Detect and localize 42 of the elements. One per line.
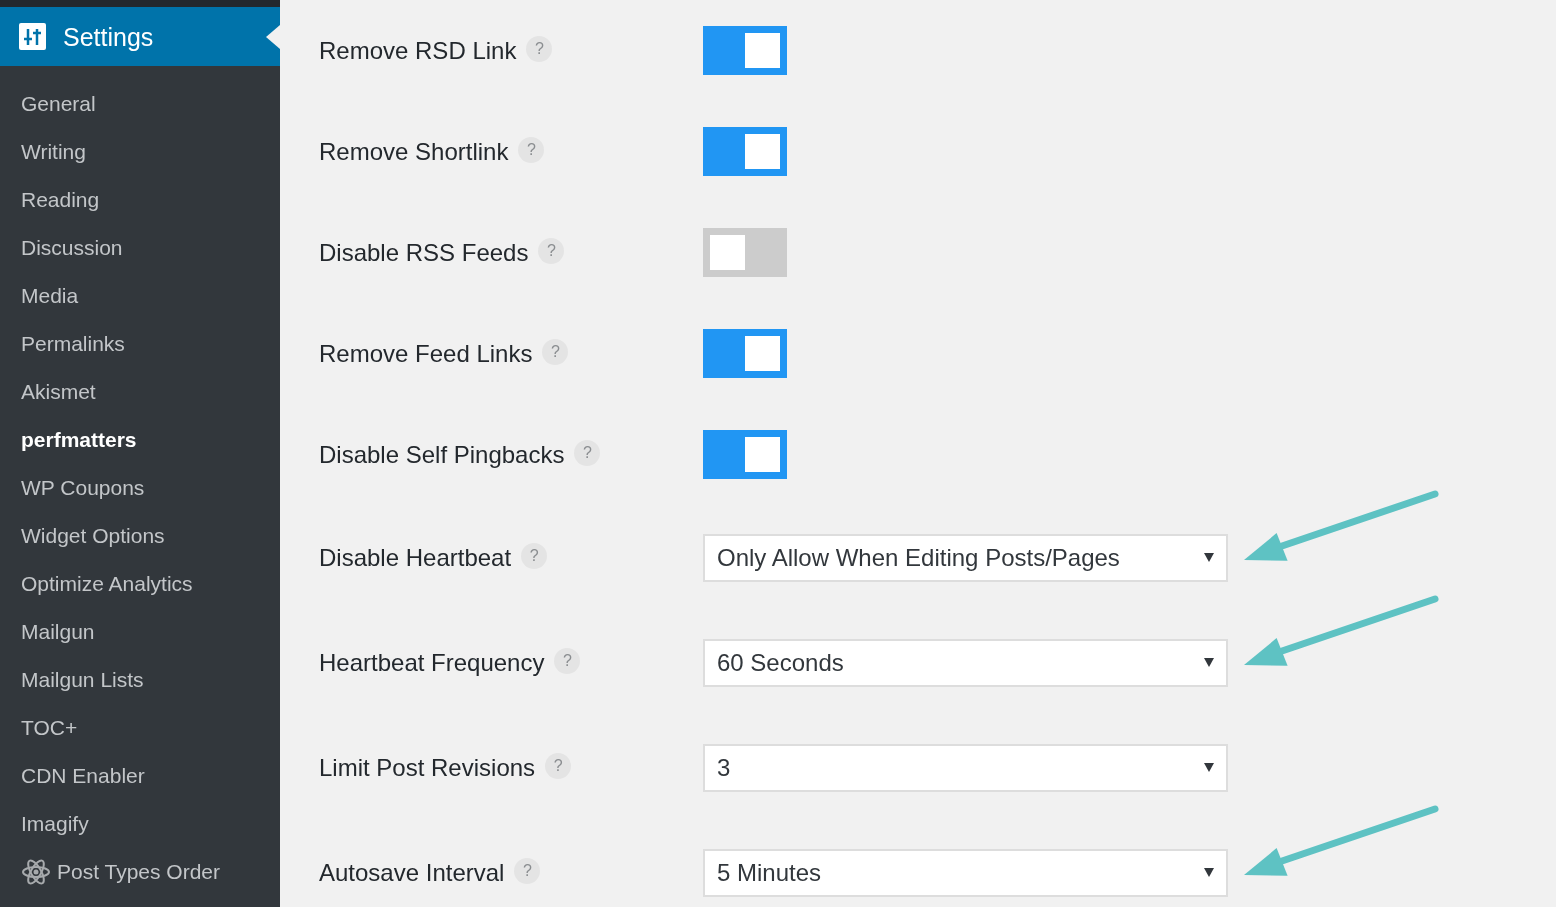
- caret-icon: [1204, 868, 1214, 877]
- setting-label: Heartbeat Frequency: [319, 648, 545, 677]
- toggle-switch[interactable]: [703, 430, 787, 479]
- toggle-switch[interactable]: [703, 329, 787, 378]
- sidebar-item[interactable]: Media: [0, 272, 79, 320]
- sidebar-item[interactable]: Widget Options: [0, 512, 165, 560]
- sidebar-item[interactable]: General: [0, 80, 96, 128]
- sidebar-item[interactable]: WP Coupons: [0, 464, 145, 512]
- setting-label: Disable RSS Feeds: [319, 238, 529, 267]
- setting-label: Remove Shortlink: [319, 137, 509, 166]
- sidebar-item[interactable]: Optimize Analytics: [0, 560, 193, 608]
- sidebar-item[interactable]: Permalinks: [0, 320, 125, 368]
- sidebar-item[interactable]: Mailgun: [0, 608, 95, 656]
- select-field[interactable]: 3: [703, 743, 1228, 792]
- select-field[interactable]: Only Allow When Editing Posts/Pages: [703, 533, 1228, 582]
- sidebar-item[interactable]: Akismet: [0, 368, 96, 416]
- setting-label: Disable Self Pingbacks: [319, 440, 565, 469]
- select-field[interactable]: 5 Minutes: [703, 848, 1228, 897]
- sidebar-item[interactable]: Discussion: [0, 224, 123, 272]
- setting-label: Limit Post Revisions: [319, 753, 536, 782]
- sidebar-item[interactable]: Reading: [0, 176, 100, 224]
- setting-label: Remove Feed Links: [319, 339, 533, 368]
- settings-icon: [19, 23, 46, 50]
- caret-icon: [1204, 763, 1214, 772]
- sidebar-item[interactable]: TOC+: [0, 704, 78, 752]
- setting-label: Disable Heartbeat: [319, 543, 512, 572]
- sidebar-item[interactable]: Writing: [0, 128, 86, 176]
- sidebar-item[interactable]: Post Types Order: [0, 848, 221, 896]
- sidebar-item[interactable]: perfmatters: [0, 416, 137, 464]
- caret-icon: [1204, 658, 1214, 667]
- pointer-icon: [266, 24, 280, 49]
- sidebar-item[interactable]: Mailgun Lists: [0, 656, 144, 704]
- setting-label: Autosave Interval: [319, 858, 505, 887]
- sidebar-item[interactable]: Imagify: [0, 800, 89, 848]
- toggle-switch[interactable]: [703, 228, 787, 277]
- select-field[interactable]: 60 Seconds: [703, 638, 1228, 687]
- toggle-switch[interactable]: [703, 127, 787, 176]
- sidebar-title[interactable]: Settings: [63, 21, 154, 52]
- caret-icon: [1204, 553, 1214, 562]
- setting-label: Remove RSD Link: [319, 36, 517, 65]
- sidebar-item[interactable]: CDN Enabler: [0, 752, 145, 800]
- toggle-switch[interactable]: [703, 26, 787, 75]
